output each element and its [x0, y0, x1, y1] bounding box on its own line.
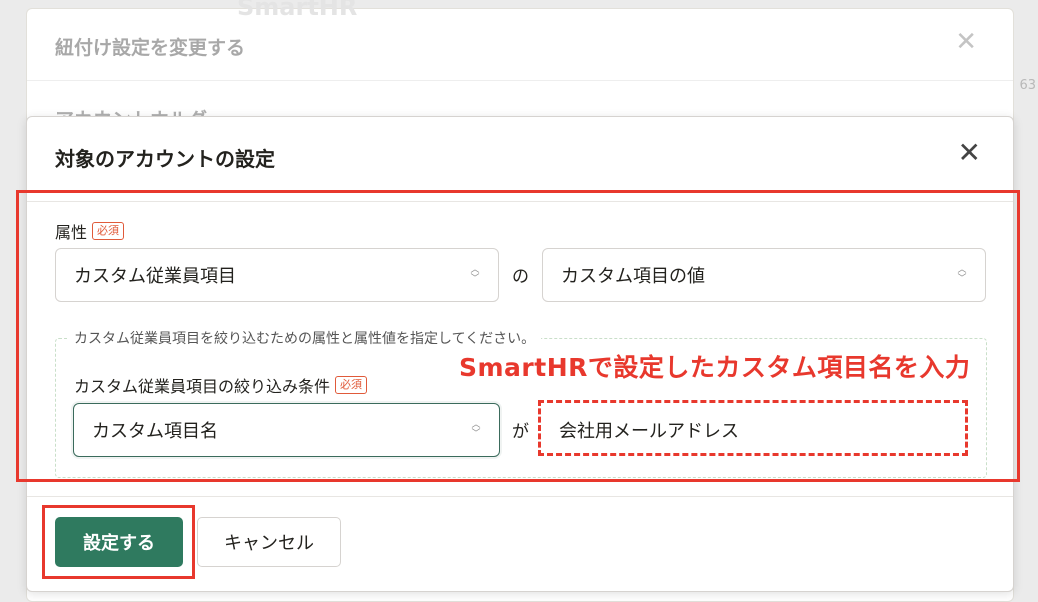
attribute-value-select-value: カスタム項目の値: [561, 266, 705, 287]
filter-label: カスタム従業員項目の絞り込み条件: [74, 377, 331, 396]
attribute-select-value: カスタム従業員項目: [74, 266, 236, 287]
background-side-number: 63: [1019, 78, 1036, 93]
chevron-updown-icon: ︿ ﹀: [470, 265, 480, 284]
background-close-icon: ✕: [955, 27, 977, 57]
required-badge: 必須: [92, 222, 125, 240]
cancel-button[interactable]: キャンセル: [197, 517, 341, 567]
filter-legend: カスタム従業員項目を絞り込むための属性と属性値を指定してください。: [68, 328, 542, 348]
custom-field-value-input[interactable]: 会社用メールアドレス: [540, 403, 968, 457]
filter-label-row: カスタム従業員項目の絞り込み条件 必須: [74, 373, 368, 397]
submit-button[interactable]: 設定する: [55, 517, 183, 567]
background-dialog-header: 紐付け設定を変更する ✕: [27, 9, 1013, 81]
attribute-value-select[interactable]: カスタム項目の値 ︿ ﹀: [542, 248, 986, 302]
dialog-title: 対象のアカウントの設定: [55, 147, 275, 171]
custom-field-name-select-value: カスタム項目名: [92, 421, 218, 442]
attribute-select[interactable]: カスタム従業員項目 ︿ ﹀: [55, 248, 499, 302]
close-icon[interactable]: ✕: [958, 139, 981, 167]
dialog-footer: 設定する キャンセル: [27, 499, 1013, 591]
chevron-updown-icon: ︿ ﹀: [471, 420, 481, 439]
custom-field-name-select[interactable]: カスタム項目名 ︿ ﹀: [73, 403, 500, 457]
attribute-label-row: 属性 必須: [55, 219, 125, 243]
annotation-label: SmartHRで設定したカスタム項目名を入力: [459, 353, 971, 382]
attribute-connector: の: [512, 267, 529, 287]
background-dialog-title: 紐付け設定を変更する: [55, 37, 246, 59]
custom-field-value-input-text: 会社用メールアドレス: [559, 421, 739, 442]
chevron-updown-icon: ︿ ﹀: [957, 265, 967, 284]
required-badge: 必須: [335, 376, 368, 394]
filter-connector: が: [512, 422, 529, 442]
attribute-label: 属性: [55, 223, 88, 242]
